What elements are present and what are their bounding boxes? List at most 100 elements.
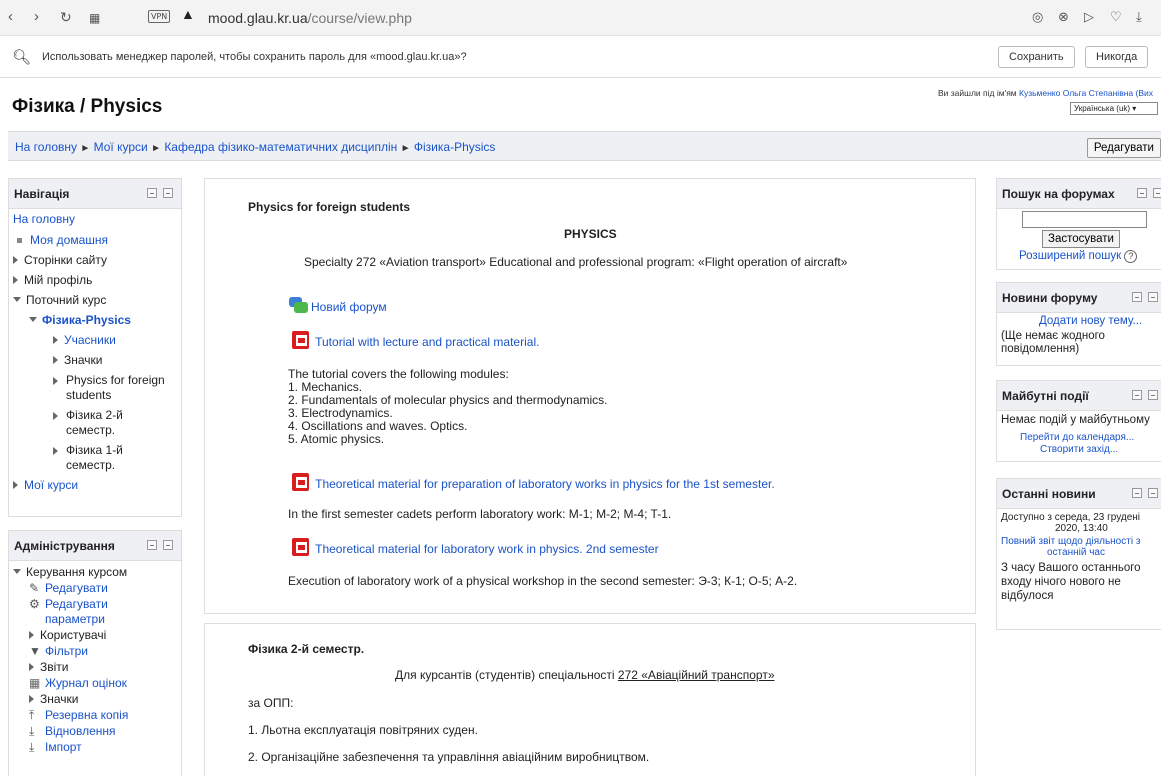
- edit-page-button[interactable]: Редагувати: [1086, 138, 1161, 158]
- camera-icon[interactable]: ◎: [1032, 8, 1043, 26]
- add-topic-link[interactable]: Додати нову тему...: [1039, 315, 1142, 327]
- lab1-link[interactable]: Theoretical material for preparation of …: [315, 477, 775, 491]
- tutorial-activity[interactable]: Tutorial with lecture and practical mate…: [292, 331, 539, 349]
- lab2-link[interactable]: Theoretical material for laboratory work…: [315, 542, 658, 556]
- expand-arrow-icon[interactable]: [53, 336, 58, 344]
- expand-arrow-icon[interactable]: [53, 377, 58, 385]
- advanced-search-link[interactable]: Розширений пошук: [1019, 250, 1121, 262]
- breadcrumb-my-courses[interactable]: Мої курси: [94, 140, 148, 154]
- expand-arrow-icon[interactable]: [53, 356, 58, 364]
- vpn-badge[interactable]: VPN: [148, 10, 171, 23]
- collapse-icon[interactable]: [147, 540, 157, 550]
- dock-icon[interactable]: [163, 188, 173, 198]
- close-circle-icon[interactable]: ⊗: [1058, 8, 1069, 26]
- nav-my-courses-link[interactable]: Мої курси: [24, 478, 78, 492]
- send-icon[interactable]: ▷: [1084, 8, 1094, 26]
- dock-icon[interactable]: [1153, 188, 1161, 198]
- save-password-button[interactable]: Сохранить: [998, 46, 1075, 68]
- back-icon[interactable]: ‹: [8, 8, 13, 26]
- breadcrumb-department[interactable]: Кафедра фізико-математичних дисциплін: [164, 140, 397, 154]
- address-bar[interactable]: mood.glau.kr.ua/course/view.php: [208, 10, 412, 26]
- nav-participants-link[interactable]: Учасники: [64, 333, 116, 347]
- nav-section-foreign[interactable]: Physics for foreign students: [53, 373, 173, 403]
- nav-section-sem2[interactable]: Фізика 2-й семестр.: [53, 408, 143, 438]
- create-event-link[interactable]: Створити захід...: [1040, 444, 1118, 455]
- reload-icon[interactable]: ↻: [60, 8, 72, 26]
- events-empty-text: Немає подій у майбутньому: [1001, 414, 1150, 426]
- breadcrumb-course[interactable]: Фізика-Physics: [414, 140, 496, 154]
- full-report-link-2[interactable]: останній час: [1047, 547, 1105, 558]
- go-calendar-link[interactable]: Перейти до календаря...: [1020, 432, 1134, 443]
- download-icon[interactable]: ⤓: [1136, 8, 1142, 26]
- expand-arrow-icon[interactable]: [29, 695, 34, 703]
- expand-arrow-icon[interactable]: [53, 412, 58, 420]
- nav-current-course[interactable]: Поточний курс: [26, 293, 106, 307]
- module-item: 5. Atomic physics.: [288, 432, 385, 446]
- collapse-icon[interactable]: [1132, 390, 1142, 400]
- collapse-arrow-icon[interactable]: [29, 317, 37, 322]
- navigation-block-header: Навігація: [9, 179, 181, 209]
- nav-my-home-link[interactable]: Моя домашня: [30, 233, 108, 247]
- breadcrumb-home[interactable]: На головну: [15, 140, 77, 154]
- nav-home-link[interactable]: На головну: [13, 212, 75, 226]
- specialty-link[interactable]: 272 «Авіаційний транспорт»: [618, 668, 775, 682]
- nav-site-pages[interactable]: Сторінки сайту: [24, 253, 107, 267]
- help-icon[interactable]: ?: [1124, 250, 1138, 263]
- expand-arrow-icon[interactable]: [53, 447, 58, 455]
- speed-dial-icon[interactable]: ▦: [89, 9, 100, 27]
- bullet-icon: [17, 238, 22, 243]
- dock-icon[interactable]: [1148, 292, 1158, 302]
- collapse-arrow-icon[interactable]: [13, 569, 21, 574]
- heart-icon[interactable]: ♡: [1110, 8, 1122, 26]
- admin-gradebook-link[interactable]: Журнал оцінок: [45, 676, 127, 690]
- admin-restore-link[interactable]: Відновлення: [45, 724, 116, 738]
- expand-arrow-icon[interactable]: [13, 481, 18, 489]
- collapse-icon[interactable]: [1132, 292, 1142, 302]
- language-select[interactable]: Українська (uk) ▾: [1070, 102, 1158, 115]
- forward-icon[interactable]: ›: [34, 8, 39, 26]
- full-report-link[interactable]: Повний звіт щодо діяльності з: [1001, 536, 1140, 547]
- warning-icon[interactable]: ▲: [181, 6, 195, 22]
- nav-course-link[interactable]: Фізика-Physics: [42, 313, 131, 327]
- news-empty-text: (Ще немає жодного повідомлення): [1001, 330, 1105, 355]
- admin-reports[interactable]: Звіти: [40, 660, 69, 674]
- expand-arrow-icon[interactable]: [13, 256, 18, 264]
- expand-arrow-icon[interactable]: [13, 276, 18, 284]
- admin-import-link[interactable]: Імпорт: [45, 740, 82, 754]
- apply-search-button[interactable]: Застосувати: [1042, 230, 1120, 248]
- password-manager-bar: 🔍︎ Использовать менеджер паролей, чтобы …: [0, 36, 1161, 78]
- forum-activity[interactable]: Новий форум: [289, 297, 387, 315]
- news-block-header: Новини форуму: [997, 283, 1161, 313]
- forum-news-block: Новини форуму Додати нову тему... (Ще не…: [996, 282, 1161, 366]
- navigation-block-title: Навігація: [14, 187, 70, 201]
- admin-edit-link[interactable]: Редагувати: [45, 581, 108, 595]
- dock-icon[interactable]: [1148, 390, 1158, 400]
- dock-icon[interactable]: [1148, 488, 1158, 498]
- expand-arrow-icon[interactable]: [29, 663, 34, 671]
- forum-search-input[interactable]: [1022, 211, 1147, 228]
- collapse-icon[interactable]: [1132, 488, 1142, 498]
- admin-backup-link[interactable]: Резервна копія: [45, 708, 128, 722]
- search-forums-block: Пошук на форумах Застосувати Розширений …: [996, 178, 1161, 270]
- never-button[interactable]: Никогда: [1085, 46, 1149, 68]
- admin-filters-link[interactable]: Фільтри: [45, 644, 88, 658]
- collapse-icon[interactable]: [147, 188, 157, 198]
- collapse-arrow-icon[interactable]: [13, 297, 21, 302]
- forum-link[interactable]: Новий форум: [311, 300, 387, 314]
- dock-icon[interactable]: [163, 540, 173, 550]
- search-block-header: Пошук на форумах: [997, 179, 1161, 209]
- nav-my-profile[interactable]: Мій профіль: [24, 273, 92, 287]
- admin-course-admin[interactable]: Керування курсом: [26, 565, 127, 579]
- news-block-title: Новини форуму: [1002, 291, 1098, 305]
- expand-arrow-icon[interactable]: [29, 631, 34, 639]
- tutorial-link[interactable]: Tutorial with lecture and practical mate…: [315, 335, 539, 349]
- admin-edit-settings-link[interactable]: Редагувати параметри: [29, 597, 129, 627]
- nav-badges[interactable]: Значки: [64, 353, 103, 367]
- user-name-link[interactable]: Кузьменко Ольга Степанівна (Вих: [1019, 88, 1153, 98]
- collapse-icon[interactable]: [1137, 188, 1147, 198]
- admin-badges[interactable]: Значки: [40, 692, 79, 706]
- admin-users[interactable]: Користувачі: [40, 628, 106, 642]
- lab2-activity[interactable]: Theoretical material for laboratory work…: [292, 538, 659, 556]
- nav-section-sem1[interactable]: Фізика 1-й семестр.: [53, 443, 143, 473]
- lab1-activity[interactable]: Theoretical material for preparation of …: [292, 473, 775, 491]
